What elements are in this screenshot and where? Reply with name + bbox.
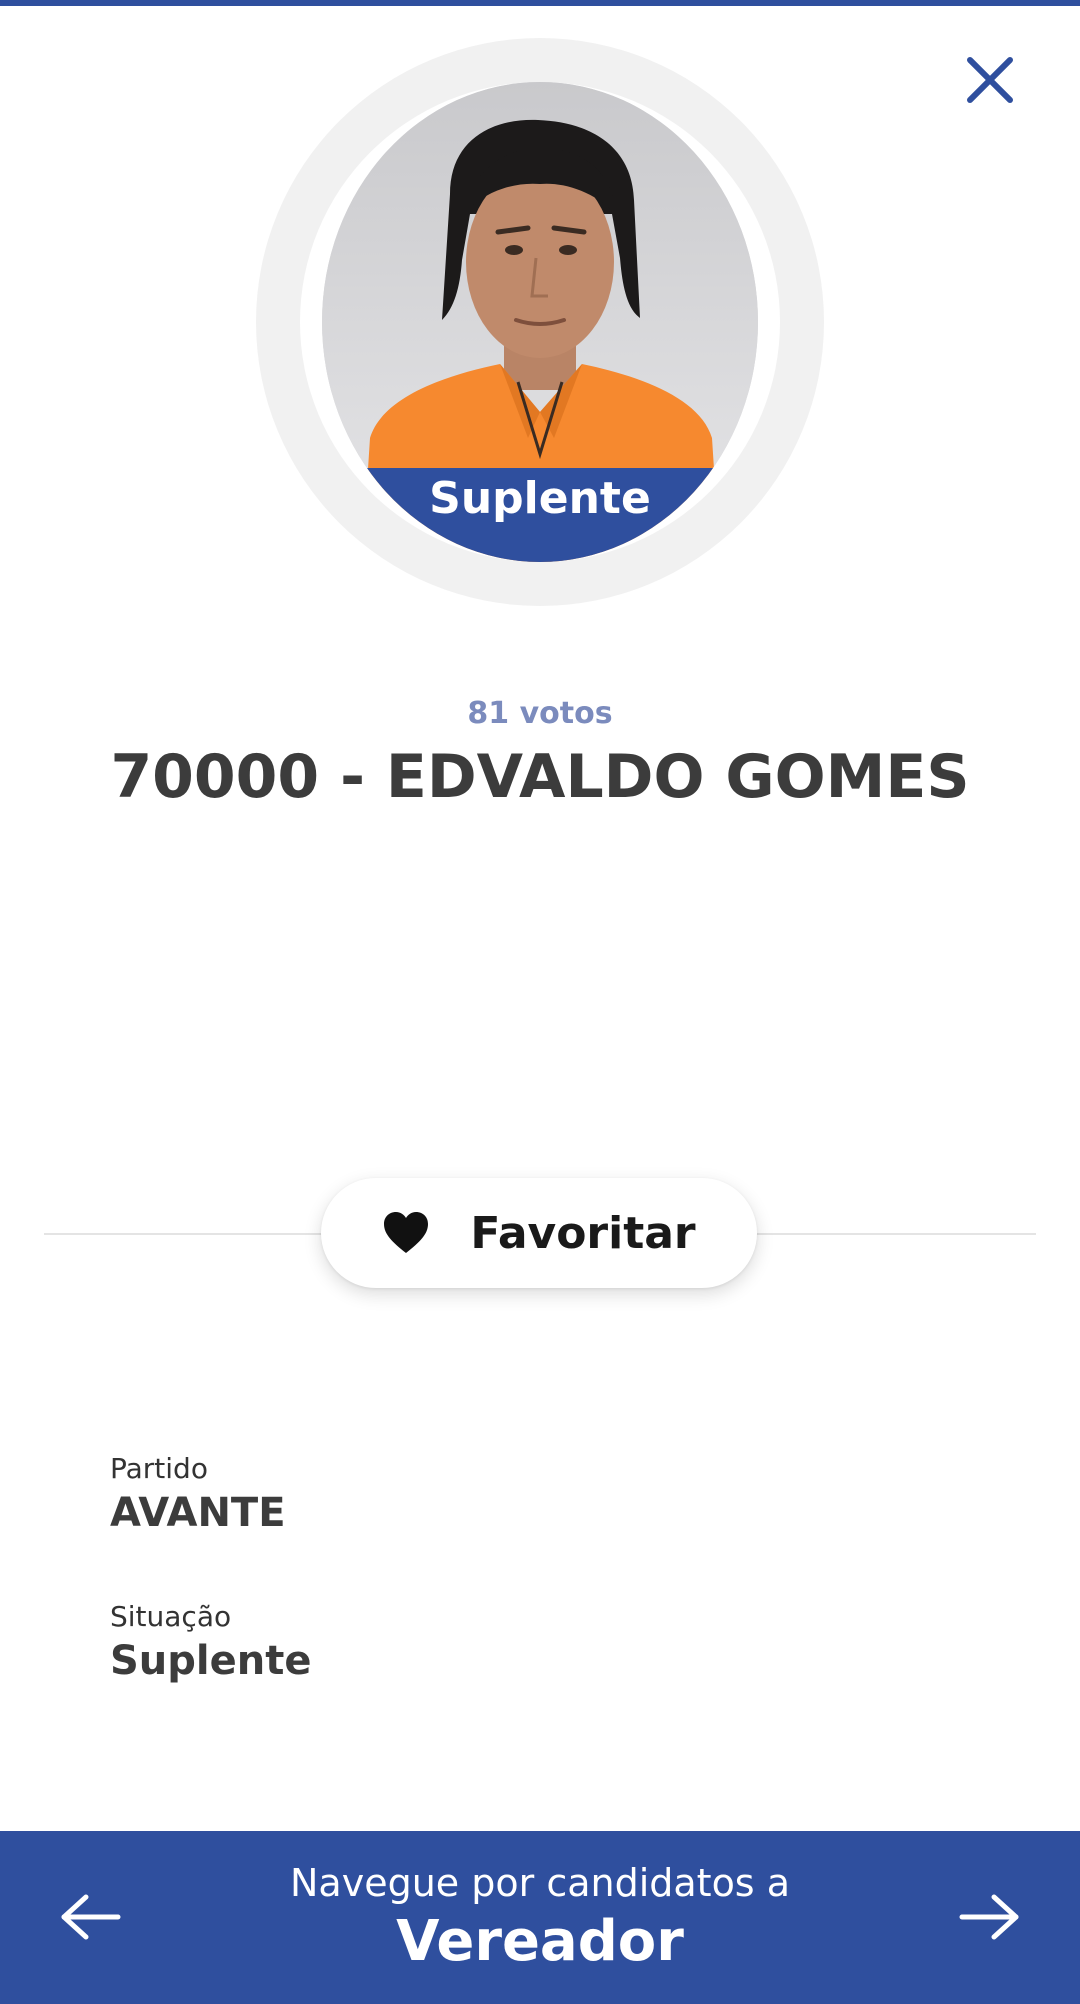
navigation-title: Vereador xyxy=(396,1909,684,1974)
heart-icon xyxy=(384,1212,429,1253)
party-label: Partido xyxy=(110,1452,208,1485)
candidate-title: 70000 - EDVALDO GOMES xyxy=(110,742,970,812)
status-value: Suplente xyxy=(110,1638,312,1684)
close-icon xyxy=(967,57,1013,103)
top-accent-strip xyxy=(0,0,1080,6)
arrow-right-icon xyxy=(959,1894,1019,1940)
vote-count: 81 votos xyxy=(467,696,613,731)
favorite-button[interactable]: Favoritar xyxy=(321,1178,757,1288)
party-value: AVANTE xyxy=(110,1490,286,1536)
category-navigation-bar: Navegue por candidatos a Vereador xyxy=(0,1831,1080,2004)
status-label: Situação xyxy=(110,1600,232,1633)
close-button[interactable] xyxy=(952,42,1028,118)
navigation-subtitle: Navegue por candidatos a xyxy=(290,1861,790,1905)
next-category-button[interactable] xyxy=(954,1885,1024,1949)
favorite-label: Favoritar xyxy=(470,1207,696,1259)
candidate-photo: Suplente xyxy=(322,82,758,562)
candidate-detail-screen: Suplente 81 votos 70000 - EDVALDO GOMES … xyxy=(0,0,1080,2004)
status-badge: Suplente xyxy=(322,468,758,562)
